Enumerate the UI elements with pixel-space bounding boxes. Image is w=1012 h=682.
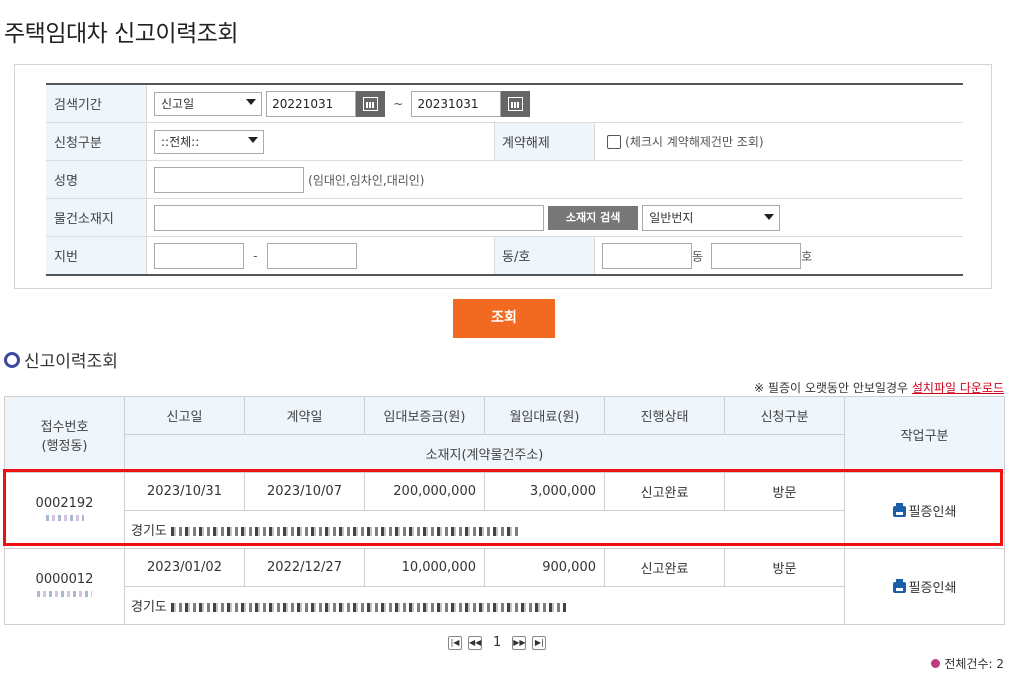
header-report-date: 신고일 xyxy=(124,396,245,435)
page-title: 주택임대차 신고이력조회 xyxy=(4,21,239,47)
cancel-label: 계약해제 xyxy=(494,122,595,161)
date-to-input[interactable]: 20231031 xyxy=(411,90,502,117)
ho-input[interactable] xyxy=(711,242,802,269)
location-input[interactable] xyxy=(154,204,544,231)
header-status: 진행상태 xyxy=(604,396,725,435)
name-input[interactable] xyxy=(154,166,304,193)
chevron-down-icon xyxy=(248,136,258,143)
prev-page-icon[interactable]: ◀◀ xyxy=(468,635,482,650)
bullet-icon xyxy=(931,659,941,668)
header-address: 소재지(계약물건주소) xyxy=(124,434,845,473)
dong-input[interactable] xyxy=(602,242,692,269)
lot-type-select[interactable]: 일반번지 xyxy=(642,204,781,231)
contract-date-cell: 2023/10/07 xyxy=(244,472,365,511)
search-form: 검색기간 신고일 20221031 ~ 20231031 신청구분 ::전체::… xyxy=(14,64,992,289)
first-page-icon[interactable]: |◀ xyxy=(448,635,462,650)
print-certificate-button[interactable]: 필증인쇄 xyxy=(844,548,1005,625)
cancel-hint: (체크시 계약해제건만 조회) xyxy=(625,135,764,149)
ring-bullet-icon xyxy=(4,352,20,368)
header-apply-type: 신청구분 xyxy=(724,396,845,435)
page-number[interactable]: 1 xyxy=(493,635,501,650)
redacted-text xyxy=(37,591,92,597)
dong-suffix: 동 xyxy=(692,249,704,263)
period-label: 검색기간 xyxy=(46,84,147,123)
redacted-text xyxy=(45,515,84,521)
search-button[interactable]: 조회 xyxy=(453,299,555,338)
location-label: 물건소재지 xyxy=(46,198,147,237)
monthly-rent-cell: 3,000,000 xyxy=(484,472,605,511)
jibun-main-input[interactable] xyxy=(154,242,244,269)
search-table: 검색기간 신고일 20221031 ~ 20231031 신청구분 ::전체::… xyxy=(46,83,963,276)
last-page-icon[interactable]: ▶| xyxy=(532,635,547,650)
deposit-cell: 10,000,000 xyxy=(364,548,485,587)
deposit-cell: 200,000,000 xyxy=(364,472,485,511)
next-page-icon[interactable]: ▶▶ xyxy=(512,635,527,650)
name-hint: (임대인,임차인,대리인) xyxy=(308,173,425,187)
report-date-cell: 2023/01/02 xyxy=(124,548,245,587)
date-from-input[interactable]: 20221031 xyxy=(266,90,357,117)
jibun-label: 지번 xyxy=(46,236,147,276)
notice: ※ 필증이 오랫동안 안보일경우 설치파일 다운로드 xyxy=(754,381,1004,395)
printer-icon xyxy=(892,503,906,517)
header-monthly-rent: 월임대료(원) xyxy=(484,396,605,435)
cancel-checkbox[interactable] xyxy=(607,134,621,149)
jibun-sub-input[interactable] xyxy=(266,242,357,269)
chevron-down-icon xyxy=(246,98,256,105)
redacted-text xyxy=(171,527,522,536)
apply-type-select[interactable]: ::전체:: xyxy=(154,129,264,154)
apply-type-cell: 방문 xyxy=(724,472,845,511)
dongho-label: 동/호 xyxy=(494,236,595,276)
table-row[interactable]: 0000012 2023/01/02 2022/12/27 10,000,000… xyxy=(4,548,1005,625)
status-cell: 신고완료 xyxy=(604,472,725,511)
installer-download-link[interactable]: 설치파일 다운로드 xyxy=(912,381,1004,395)
address-search-button[interactable]: 소재지 검색 xyxy=(548,205,639,230)
name-label: 성명 xyxy=(46,160,147,199)
receipt-no-cell[interactable]: 0002192 xyxy=(4,472,125,549)
history-table: 접수번호 (행정동) 신고일 계약일 임대보증금(원) 월임대료(원) 진행상태 … xyxy=(4,396,1005,625)
jibun-separator: - xyxy=(253,248,258,263)
header-receipt-no: 접수번호 (행정동) xyxy=(4,396,125,473)
date-separator: ~ xyxy=(393,96,404,111)
report-date-cell: 2023/10/31 xyxy=(124,472,245,511)
apply-type-cell: 방문 xyxy=(724,548,845,587)
header-deposit: 임대보증금(원) xyxy=(364,396,485,435)
contract-date-cell: 2022/12/27 xyxy=(244,548,365,587)
calendar-icon[interactable] xyxy=(501,90,531,117)
header-contract-date: 계약일 xyxy=(244,396,365,435)
period-type-select[interactable]: 신고일 xyxy=(154,91,262,116)
print-certificate-button[interactable]: 필증인쇄 xyxy=(844,472,1005,549)
status-cell: 신고완료 xyxy=(604,548,725,587)
redacted-text xyxy=(171,603,567,612)
ho-suffix: 호 xyxy=(801,249,813,263)
receipt-no-cell[interactable]: 0000012 xyxy=(4,548,125,625)
calendar-icon[interactable] xyxy=(356,90,386,117)
table-row[interactable]: 0002192 2023/10/31 2023/10/07 200,000,00… xyxy=(4,472,1005,549)
address-cell: 경기도 xyxy=(124,586,845,625)
chevron-down-icon xyxy=(764,213,775,220)
pagination: |◀ ◀◀ 1 ▶▶ ▶| xyxy=(445,635,549,650)
header-action: 작업구분 xyxy=(844,396,1005,473)
section-title: 신고이력조회 xyxy=(4,347,118,372)
total-count: 전체건수: 2 xyxy=(931,655,1004,672)
monthly-rent-cell: 900,000 xyxy=(484,548,605,587)
address-cell: 경기도 xyxy=(124,510,845,549)
apply-type-label: 신청구분 xyxy=(46,122,147,161)
printer-icon xyxy=(892,579,906,593)
